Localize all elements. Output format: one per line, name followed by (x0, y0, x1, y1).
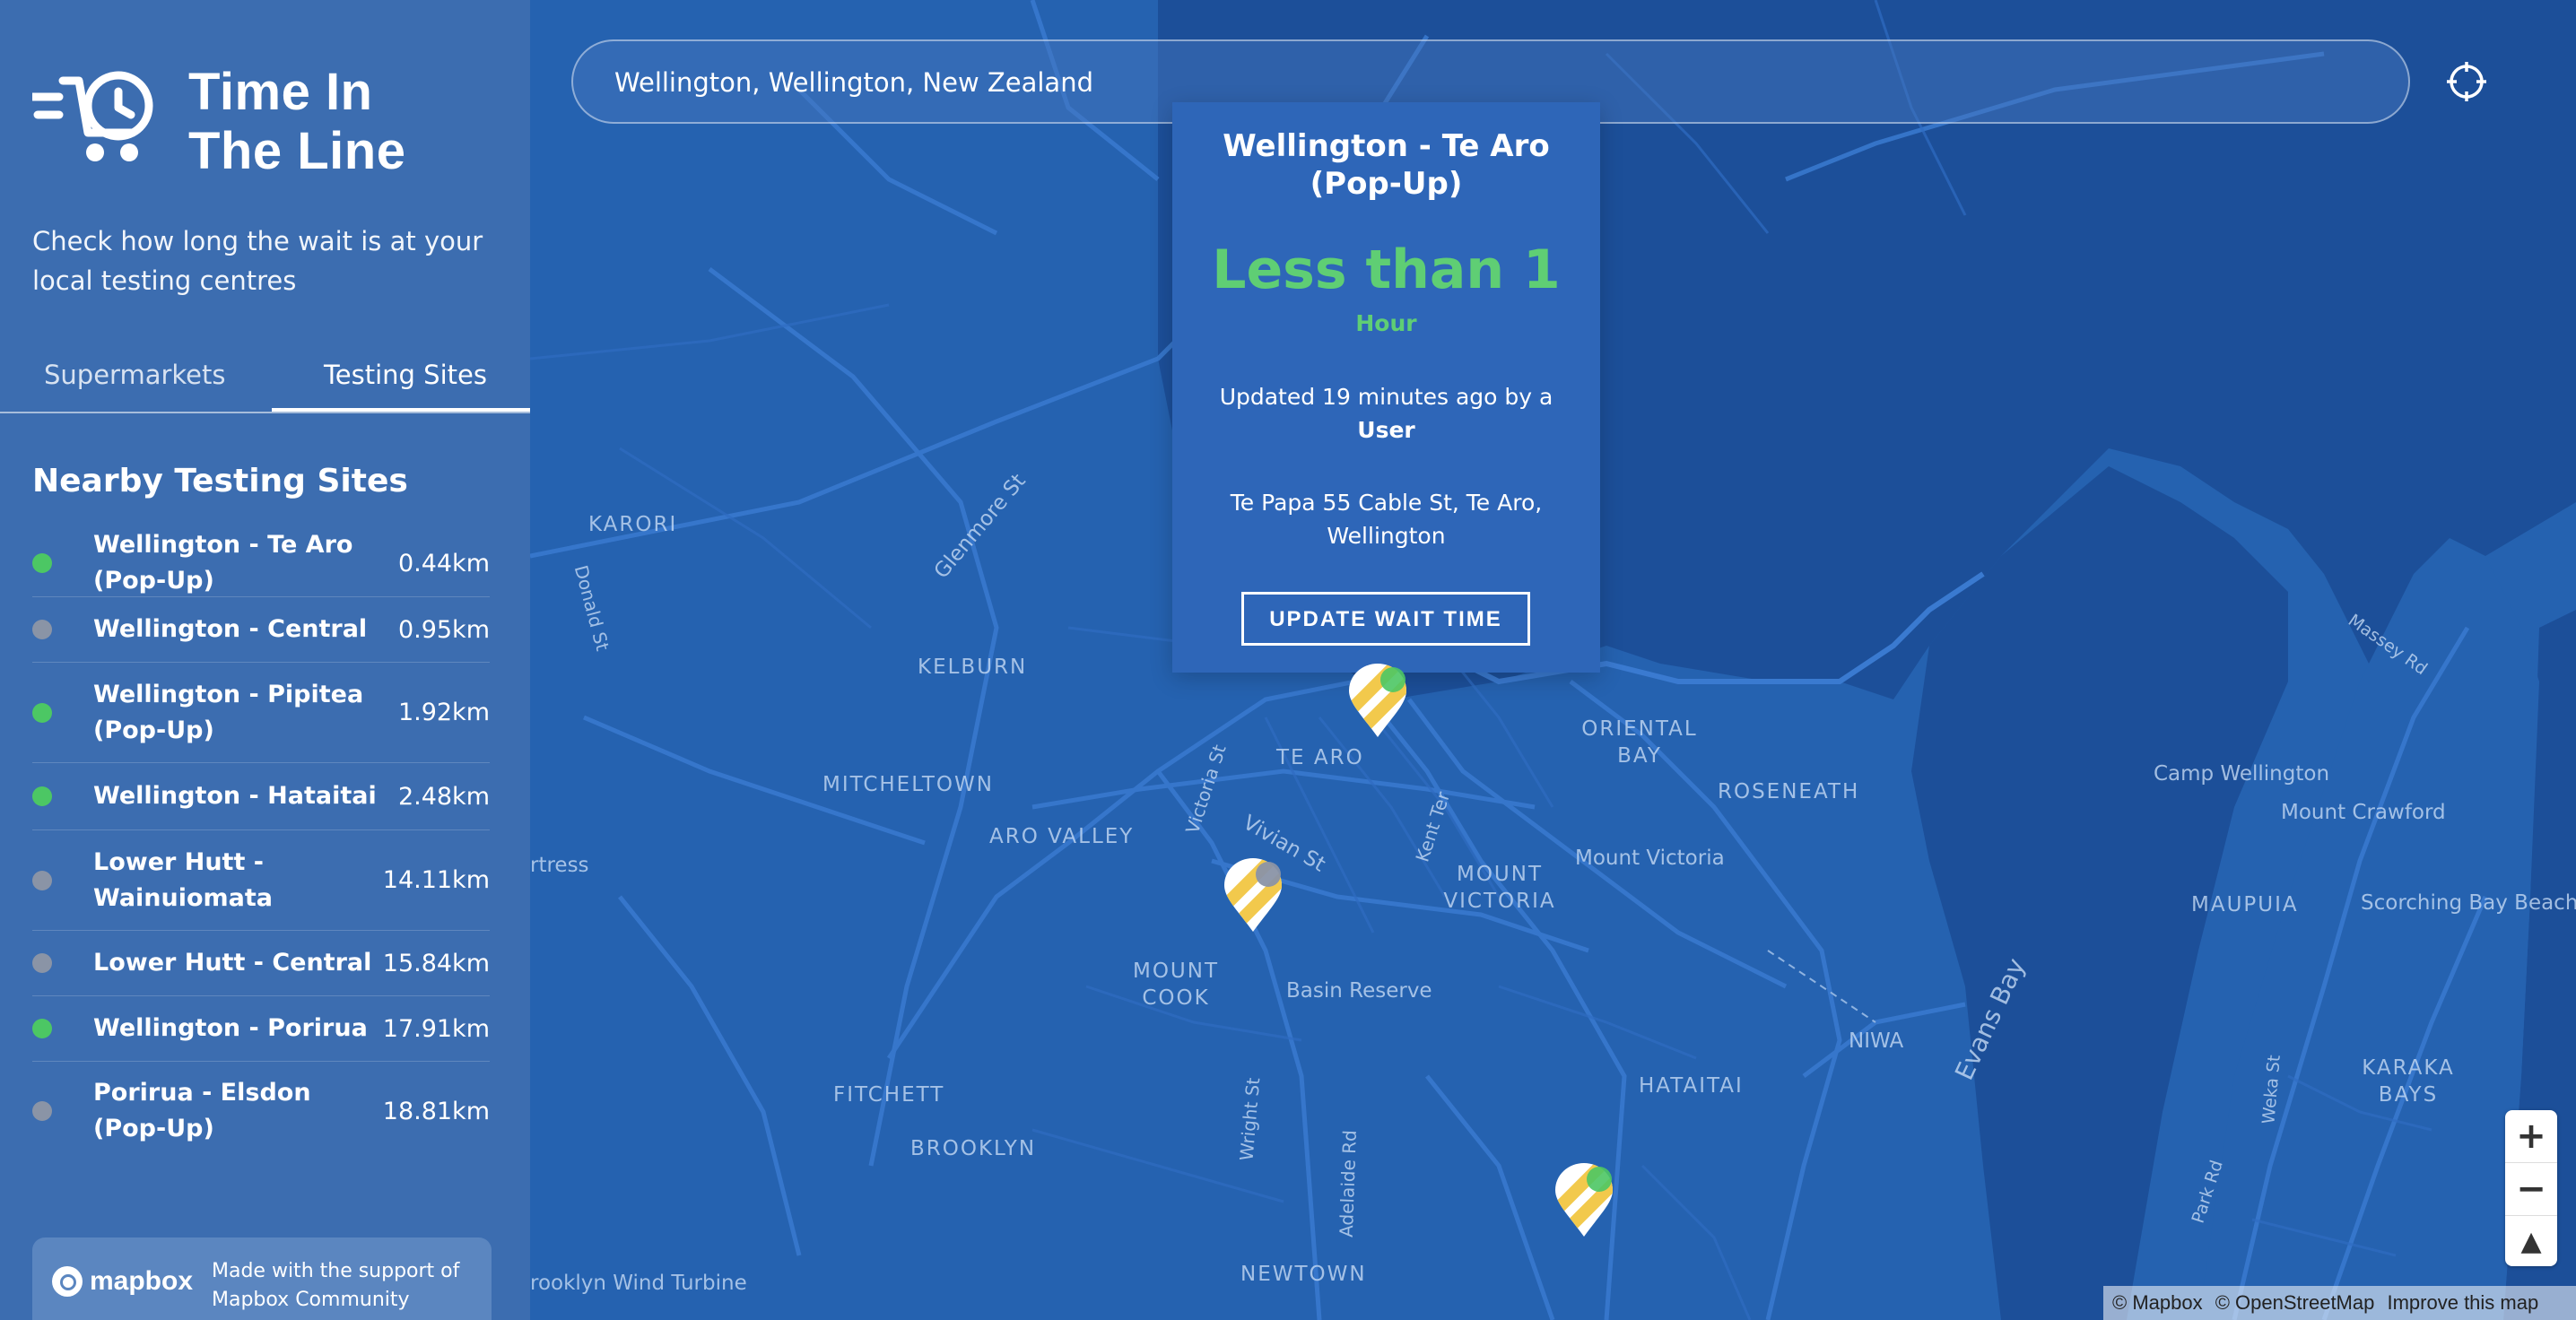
map-label: NIWA (1849, 1029, 1904, 1053)
site-distance: 0.44km (397, 549, 490, 578)
mapbox-logo-icon (52, 1266, 83, 1297)
mapbox-logo: mapbox (52, 1266, 193, 1297)
site-item[interactable]: Wellington - Te Aro (Pop-Up) 0.44km (32, 530, 490, 597)
map-label: MOUNT VICTORIA (1443, 863, 1556, 913)
site-item[interactable]: Lower Hutt - Central 15.84km (32, 931, 490, 996)
update-wait-time-button[interactable]: UPDATE WAIT TIME (1241, 592, 1530, 646)
site-distance: 18.81km (382, 1097, 490, 1125)
zoom-controls: + − ▲ (2505, 1110, 2557, 1266)
updated-text-main: Updated 19 minutes ago by a (1219, 384, 1553, 410)
map-label: ROSENEATH (1718, 780, 1860, 803)
cart-clock-icon (32, 71, 153, 161)
map-label: Mount Crawford (2281, 801, 2446, 824)
status-dot-unknown (32, 953, 52, 973)
improve-map-link[interactable]: Improve this map (2387, 1291, 2538, 1314)
mapbox-logo-text: mapbox (90, 1266, 194, 1296)
site-list: Wellington - Te Aro (Pop-Up) 0.44km Well… (32, 530, 490, 1160)
map-label: ORIENTAL BAY (1581, 717, 1698, 768)
popup-title: Wellington - Te Aro (Pop-Up) (1223, 128, 1550, 202)
updated-by: User (1357, 417, 1415, 443)
map-label: Camp Wellington (2154, 762, 2330, 786)
attribution-mapbox-link[interactable]: © Mapbox (2112, 1291, 2203, 1314)
status-dot-open (32, 1019, 52, 1038)
map-label: ARO VALLEY (989, 825, 1135, 848)
map-label: rooklyn Wind Turbine (530, 1272, 747, 1295)
zoom-in-button[interactable]: + (2505, 1110, 2557, 1163)
app-title-line-2: The Line (188, 122, 406, 180)
tab-bar: Supermarkets Testing Sites (0, 343, 530, 413)
site-distance: 1.92km (397, 699, 490, 726)
sidebar: Time In The Line Check how long the wait… (0, 0, 530, 1320)
status-dot-unknown (32, 870, 52, 890)
map-label: rtress (530, 854, 589, 877)
map[interactable]: KARORI KELBURN MITCHELTOWN ARO VALLEY TE… (530, 0, 2576, 1320)
app-title: Time In The Line (188, 63, 405, 181)
mapbox-support-line-2: Mapbox Community (212, 1289, 410, 1311)
site-item[interactable]: Lower Hutt - Wainuiomata 14.11km (32, 830, 490, 931)
map-label: HATAITAI (1639, 1074, 1744, 1098)
site-popup: Wellington - Te Aro (Pop-Up) Less than 1… (1172, 102, 1600, 673)
tagline: Check how long the wait is at your local… (32, 226, 483, 296)
site-item[interactable]: Wellington - Porirua 17.91km (32, 996, 490, 1062)
mapbox-support-text: Made with the support of Mapbox Communit… (212, 1257, 459, 1315)
site-name: Porirua - Elsdon (Pop-Up) (93, 1079, 311, 1142)
locate-crosshair-icon[interactable] (2445, 60, 2488, 103)
site-item[interactable]: Wellington - Hataitai 2.48km (32, 763, 490, 830)
map-attribution: © Mapbox © OpenStreetMap Improve this ma… (2103, 1286, 2576, 1320)
app-title-line-1: Time In (188, 63, 373, 121)
site-name: Lower Hutt - Wainuiomata (93, 847, 274, 912)
map-label: Mount Victoria (1575, 847, 1725, 870)
site-name: Wellington - Hataitai (93, 782, 377, 810)
site-distance: 14.11km (382, 866, 490, 894)
wait-time-unit: Hour (1355, 310, 1417, 336)
status-dot-open (32, 786, 52, 806)
map-label: NEWTOWN (1240, 1263, 1367, 1286)
map-pin-icon[interactable] (1346, 664, 1409, 739)
updated-text: Updated 19 minutes ago by a User (1199, 380, 1573, 447)
site-distance: 17.91km (382, 1014, 490, 1043)
attribution-osm-link[interactable]: © OpenStreetMap (2215, 1291, 2375, 1314)
site-distance: 2.48km (397, 782, 490, 811)
map-pin-icon[interactable] (1222, 858, 1284, 934)
site-item[interactable]: Wellington - Pipitea (Pop-Up) 1.92km (32, 663, 490, 763)
site-item[interactable]: Wellington - Central 0.95km (32, 597, 490, 663)
wait-time-value: Less than 1 (1212, 239, 1561, 301)
map-label: MAUPUIA (2191, 893, 2299, 916)
map-label: MITCHELTOWN (822, 773, 994, 796)
map-label: TE ARO (1276, 746, 1364, 769)
map-label: KARAKA BAYS (2362, 1056, 2455, 1107)
status-dot-open (32, 702, 52, 723)
site-item[interactable]: Porirua - Elsdon (Pop-Up) 18.81km (32, 1062, 490, 1160)
zoom-out-button[interactable]: − (2505, 1163, 2557, 1216)
site-name: Wellington - Te Aro (Pop-Up) (93, 531, 353, 595)
tab-supermarkets[interactable]: Supermarkets (44, 360, 225, 390)
compass-button[interactable]: ▲ (2505, 1216, 2557, 1268)
map-label: FITCHETT (833, 1083, 945, 1107)
map-label: KELBURN (918, 656, 1028, 679)
site-name: Lower Hutt - Central (93, 949, 372, 977)
site-name: Wellington - Pipitea (Pop-Up) (93, 680, 364, 744)
active-tab-indicator (272, 408, 530, 412)
map-label: KARORI (588, 513, 678, 536)
status-dot-unknown (32, 620, 52, 639)
map-pin-icon[interactable] (1553, 1163, 1615, 1238)
status-dot-unknown (32, 1101, 52, 1121)
map-label: MOUNT COOK (1132, 960, 1220, 1010)
mapbox-community-badge[interactable]: mapbox Made with the support of Mapbox C… (32, 1238, 492, 1320)
status-dot-open (32, 553, 52, 573)
site-name: Wellington - Porirua (93, 1014, 368, 1042)
map-label: Basin Reserve (1286, 979, 1432, 1003)
site-address: Te Papa 55 Cable St, Te Aro, Wellington (1230, 490, 1543, 549)
tab-testing-sites[interactable]: Testing Sites (324, 360, 487, 390)
map-label: Scorching Bay Beach (2361, 891, 2576, 915)
map-label: Adelaide Rd (1335, 1129, 1361, 1238)
brand[interactable]: Time In The Line (32, 63, 405, 181)
site-name: Wellington - Central (93, 615, 368, 643)
map-label: BROOKLYN (910, 1137, 1037, 1160)
nearby-sites-heading: Nearby Testing Sites (32, 463, 408, 499)
mapbox-support-line-1: Made with the support of (212, 1260, 460, 1282)
site-distance: 0.95km (397, 615, 490, 644)
site-distance: 15.84km (382, 949, 490, 977)
